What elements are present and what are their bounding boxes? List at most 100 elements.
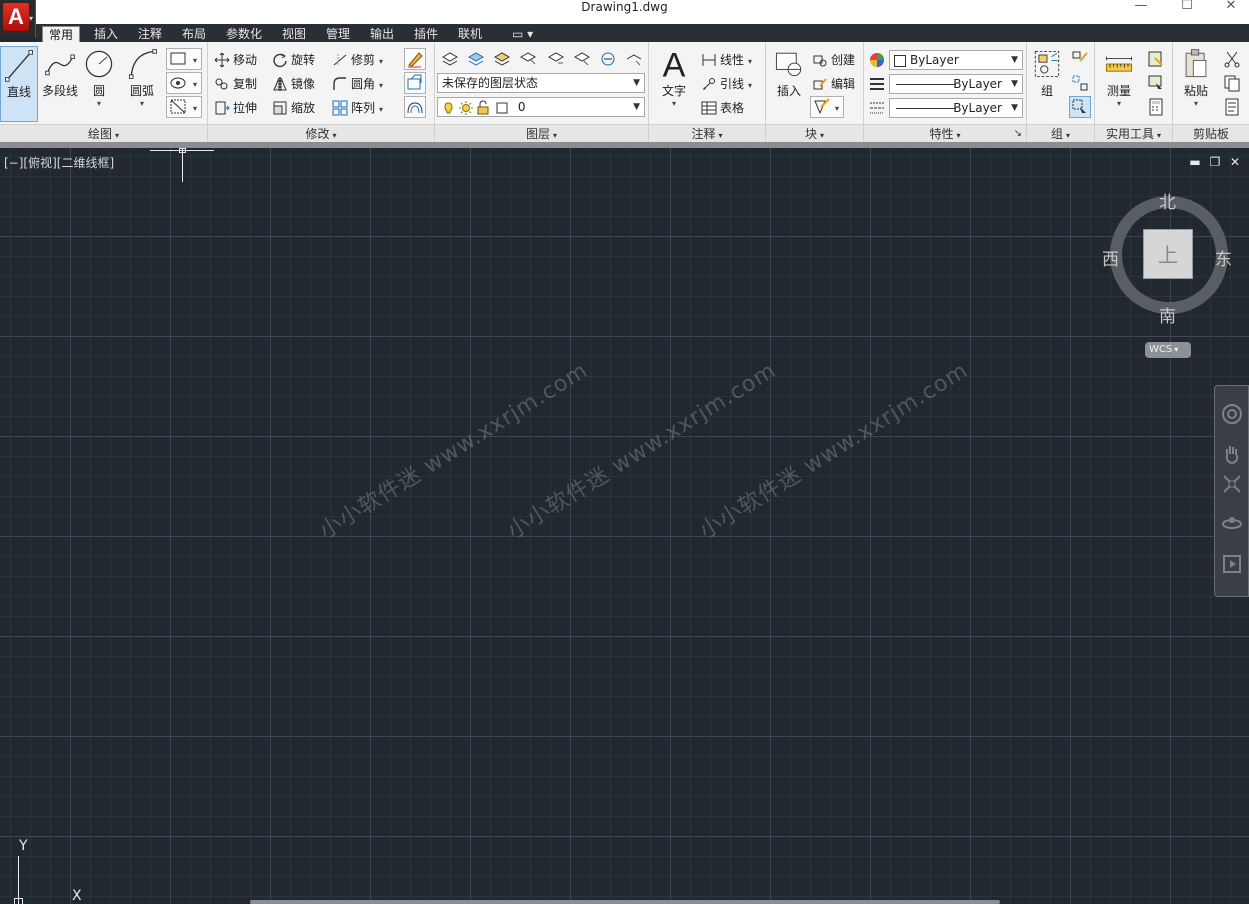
match-properties-button[interactable] (867, 50, 887, 68)
chevron-down-icon[interactable]: ▾ (82, 99, 116, 108)
compass-east[interactable]: 东 (1215, 245, 1232, 270)
group-selection-toggle[interactable] (1069, 96, 1091, 118)
create-block-button[interactable]: 创建 (812, 50, 855, 70)
layer-unisolate-button[interactable] (623, 48, 645, 70)
group-button[interactable]: 组 (1029, 46, 1065, 99)
orbit-icon[interactable] (1220, 512, 1244, 536)
chevron-down-icon[interactable]: ▾ (379, 105, 383, 114)
offset-button[interactable] (404, 96, 426, 118)
application-menu-button[interactable]: A ▾ (0, 0, 36, 38)
showmotion-icon[interactable] (1220, 552, 1244, 576)
steering-wheel-icon[interactable] (1220, 402, 1244, 426)
insert-block-button[interactable]: 插入 (770, 46, 808, 99)
layer-state-dropdown[interactable]: 未保存的图层状态 ▼ (437, 73, 645, 93)
measure-button[interactable]: 测量 ▾ (1099, 46, 1139, 108)
quick-select-button[interactable] (1145, 48, 1167, 70)
paste-button[interactable]: 粘贴 ▾ (1177, 46, 1215, 108)
viewport-controls-label[interactable]: [−][俯视][二维线框] (4, 154, 114, 171)
trim-button[interactable]: 修剪 ▾ (332, 50, 383, 70)
tab-home[interactable]: 常用 (42, 26, 81, 42)
circle-button[interactable]: 圆 ▾ (82, 46, 116, 108)
layer-lock-button[interactable] (545, 48, 567, 70)
explode-button[interactable] (404, 72, 426, 94)
horizontal-scrollbar[interactable] (250, 900, 1000, 904)
current-layer-dropdown[interactable]: 0 ▼ (437, 97, 645, 117)
chevron-down-icon[interactable]: ▾ (748, 57, 752, 66)
layer-walk-button[interactable] (597, 48, 619, 70)
maximize-button[interactable]: ☐ (1169, 0, 1205, 14)
block-panel-title[interactable]: 块 ▾ (766, 124, 863, 142)
copy-with-base-button[interactable] (1221, 96, 1243, 118)
color-dropdown[interactable]: ByLayer ▼ (889, 50, 1023, 70)
drawing-area[interactable]: [−][俯视][二维线框] ▬ ❐ ✕ 小小软件迷 www.xxrjm.com … (0, 148, 1249, 904)
tab-layout[interactable]: 布局 (176, 26, 212, 42)
tab-view[interactable]: 视图 (276, 26, 312, 42)
groups-panel-title[interactable]: 组 ▾ (1027, 124, 1094, 142)
modify-panel-title[interactable]: 修改 ▾ (208, 124, 434, 142)
group-edit-button[interactable] (1069, 72, 1091, 94)
array-button[interactable]: 阵列 ▾ (332, 98, 383, 118)
compass-west[interactable]: 西 (1102, 245, 1119, 270)
boundary-button[interactable]: ▾ (166, 96, 202, 118)
tab-manage[interactable]: 管理 (320, 26, 356, 42)
viewcube-top-face[interactable]: 上 (1143, 229, 1193, 279)
layer-isolate-button[interactable] (491, 48, 513, 70)
layer-properties-button[interactable] (439, 48, 461, 70)
edit-attributes-button[interactable]: ▾ (810, 96, 844, 118)
tab-insert[interactable]: 插入 (88, 26, 124, 42)
chevron-down-icon[interactable]: ▾ (655, 99, 693, 108)
copy-clip-button[interactable] (1221, 72, 1243, 94)
chevron-down-icon[interactable]: ▾ (748, 81, 752, 90)
polyline-button[interactable]: 多段线 (40, 46, 80, 99)
edit-block-button[interactable]: 编辑 (812, 74, 855, 94)
chevron-down-icon[interactable]: ▾ (379, 57, 383, 66)
mirror-button[interactable]: 镜像 (272, 74, 315, 94)
close-button[interactable]: ✕ (1213, 0, 1249, 14)
annotation-panel-title[interactable]: 注释 ▾ (649, 124, 765, 142)
hatch-button[interactable]: ▾ (166, 72, 202, 94)
linetype-dropdown[interactable]: ByLayer ▼ (889, 98, 1023, 118)
zoom-extents-icon[interactable] (1220, 472, 1244, 496)
utilities-panel-title[interactable]: 实用工具 ▾ (1095, 124, 1172, 142)
move-button[interactable]: 移动 (214, 50, 257, 70)
ungroup-button[interactable] (1069, 48, 1091, 70)
viewport-minimize-button[interactable]: ▬ (1188, 156, 1202, 170)
scale-button[interactable]: 缩放 (272, 98, 315, 118)
cut-button[interactable] (1221, 48, 1243, 70)
tab-parametric[interactable]: 参数化 (220, 26, 268, 42)
draw-panel-title[interactable]: 绘图 ▾ (0, 124, 207, 142)
calculator-button[interactable] (1145, 96, 1167, 118)
chevron-down-icon[interactable]: ▾ (122, 99, 162, 108)
chevron-down-icon[interactable]: ▾ (1099, 99, 1139, 108)
properties-panel-title[interactable]: 特性 ▾ ↘ (864, 124, 1026, 142)
tab-output[interactable]: 输出 (364, 26, 400, 42)
layers-panel-title[interactable]: 图层 ▾ (435, 124, 648, 142)
layer-freeze-button[interactable] (517, 48, 539, 70)
line-button[interactable]: 直线 (0, 46, 38, 122)
lineweight-button[interactable] (867, 74, 887, 92)
select-all-button[interactable] (1145, 72, 1167, 94)
text-button[interactable]: A 文字 ▾ (655, 46, 693, 108)
chevron-down-icon[interactable]: ▾ (379, 81, 383, 90)
layer-off-button[interactable] (465, 48, 487, 70)
tab-annotate[interactable]: 注释 (132, 26, 168, 42)
rotate-button[interactable]: 旋转 (272, 50, 315, 70)
lineweight-dropdown[interactable]: ByLayer ▼ (889, 74, 1023, 94)
rectangle-button[interactable]: ▾ (166, 48, 202, 70)
clipboard-panel-title[interactable]: 剪贴板 (1173, 124, 1249, 142)
erase-button[interactable] (404, 48, 426, 70)
fillet-button[interactable]: 圆角 ▾ (332, 74, 383, 94)
ucs-origin-icon[interactable] (14, 898, 23, 904)
tab-online[interactable]: 联机 (452, 26, 488, 42)
linetype-button[interactable] (867, 98, 887, 116)
pan-hand-icon[interactable] (1220, 442, 1244, 466)
table-button[interactable]: 表格 (701, 98, 744, 118)
viewport-close-button[interactable]: ✕ (1228, 156, 1242, 170)
linear-dimension-button[interactable]: 线性 ▾ (701, 50, 752, 70)
minimize-button[interactable]: — (1123, 0, 1159, 14)
leader-button[interactable]: 引线 ▾ (701, 74, 752, 94)
stretch-button[interactable]: 拉伸 (214, 98, 257, 118)
tab-plugins[interactable]: 插件 (408, 26, 444, 42)
compass-north[interactable]: 北 (1159, 188, 1176, 213)
chevron-down-icon[interactable]: ▾ (1177, 99, 1215, 108)
